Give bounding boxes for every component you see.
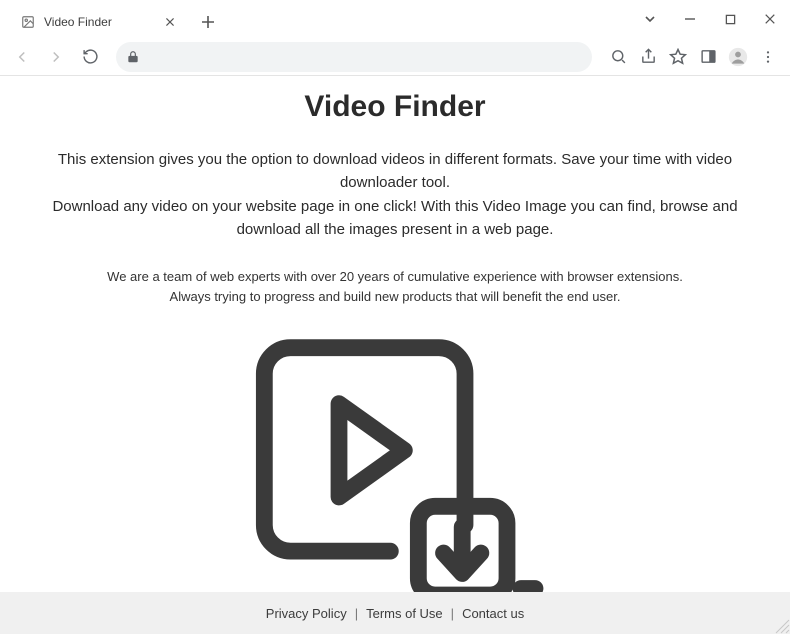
page-footer: Privacy Policy | Terms of Use | Contact …: [0, 592, 790, 634]
back-button[interactable]: [8, 43, 36, 71]
tab-close-icon[interactable]: [162, 14, 178, 30]
window-dropdown-icon[interactable]: [636, 5, 664, 33]
window-close-icon[interactable]: [756, 5, 784, 33]
reload-button[interactable]: [76, 43, 104, 71]
bookmark-star-icon[interactable]: [664, 43, 692, 71]
new-tab-button[interactable]: [194, 8, 222, 36]
footer-link-terms[interactable]: Terms of Use: [366, 606, 443, 621]
footer-link-privacy[interactable]: Privacy Policy: [266, 606, 347, 621]
sub-description: We are a team of web experts with over 2…: [55, 267, 735, 307]
url-input[interactable]: [148, 49, 582, 64]
page-title: Video Finder: [30, 90, 760, 124]
desc-line-2: Download any video on your website page …: [45, 195, 745, 242]
browser-tab[interactable]: Video Finder: [8, 6, 188, 38]
window-maximize-icon[interactable]: [716, 5, 744, 33]
sub-line-1: We are a team of web experts with over 2…: [55, 267, 735, 287]
description: This extension gives you the option to d…: [45, 148, 745, 241]
menu-dots-icon[interactable]: [754, 43, 782, 71]
url-bar[interactable]: [116, 42, 592, 72]
titlebar-spacer: [222, 0, 636, 38]
window-controls: [636, 0, 790, 38]
lock-icon: [126, 50, 140, 64]
footer-link-contact[interactable]: Contact us: [462, 606, 524, 621]
desc-line-1: This extension gives you the option to d…: [45, 148, 745, 195]
favicon-icon: [20, 14, 36, 30]
footer-sep: |: [449, 606, 456, 621]
page-content: Video Finder This extension gives you th…: [0, 76, 790, 634]
search-page-icon[interactable]: [604, 43, 632, 71]
tab-title: Video Finder: [44, 15, 154, 29]
sub-line-2: Always trying to progress and build new …: [55, 287, 735, 307]
browser-toolbar: [0, 38, 790, 76]
forward-button[interactable]: [42, 43, 70, 71]
share-icon[interactable]: [634, 43, 662, 71]
browser-titlebar: Video Finder: [0, 0, 790, 38]
window-minimize-icon[interactable]: [676, 5, 704, 33]
video-download-hero-icon: [245, 329, 545, 609]
footer-sep: |: [353, 606, 360, 621]
side-panel-icon[interactable]: [694, 43, 722, 71]
profile-avatar-icon[interactable]: [724, 43, 752, 71]
